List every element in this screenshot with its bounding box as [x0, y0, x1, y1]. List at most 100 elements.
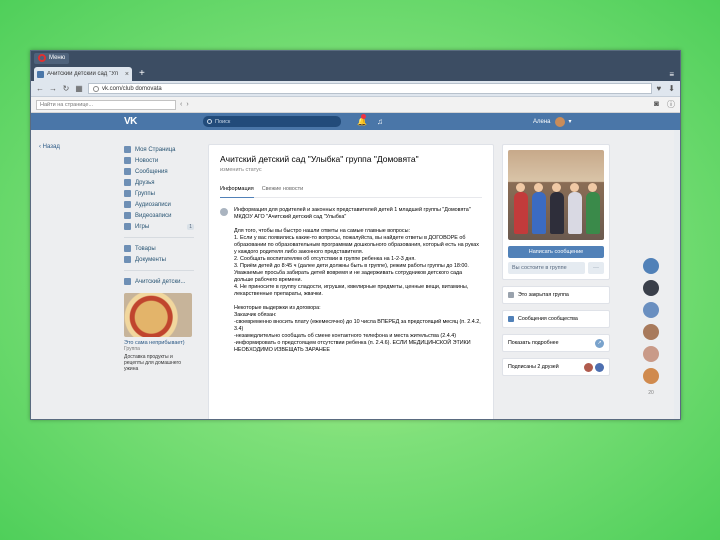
sidebar-item-label: Друзья — [135, 179, 155, 186]
info-icon[interactable]: ⓘ — [667, 99, 675, 110]
find-next-button[interactable]: › — [186, 101, 188, 108]
sidebar-divider — [124, 270, 194, 271]
back-link[interactable]: ‹ Назад — [39, 144, 60, 150]
sidebar-item-label: Товары — [135, 245, 156, 252]
find-prev-button[interactable]: ‹ — [180, 101, 182, 108]
photo-figure — [550, 192, 564, 234]
video-icon — [124, 212, 131, 219]
sidebar-item-video[interactable]: Видеозаписи — [124, 210, 194, 221]
tab-information[interactable]: Информация — [220, 186, 254, 198]
camera-icon[interactable]: ◙ — [654, 99, 659, 110]
sidebar-item-news[interactable]: Новости — [124, 155, 194, 166]
description-text: Информация для родителей и законных пред… — [234, 207, 481, 353]
avatar[interactable] — [595, 362, 604, 372]
left-sidebar: Моя Страница Новости Сообщения Друзья Гр… — [124, 144, 194, 372]
photo-figure — [570, 183, 579, 192]
more-actions-button[interactable]: ··· — [588, 262, 604, 274]
address-bar: ← → ↻ ▦ vk.com/club domovata ♥ ⬇ — [31, 81, 680, 97]
chat-avatar[interactable] — [643, 280, 659, 296]
music-icon[interactable]: ♫ — [377, 117, 383, 126]
news-icon — [124, 157, 131, 164]
opera-menu-button[interactable]: Меню — [34, 52, 70, 64]
new-tab-button[interactable]: + — [136, 67, 148, 81]
photo-figure — [568, 192, 582, 234]
back-icon[interactable]: ← — [36, 84, 44, 93]
vk-search-input[interactable]: Поиск — [203, 116, 341, 127]
sidebar-divider — [124, 237, 194, 238]
ad-text: Доставка продукты и рецепты для домашнег… — [124, 354, 182, 372]
sidebar-item-friends[interactable]: Друзья — [124, 177, 194, 188]
group-tabs: Информация Свежие новости — [220, 186, 482, 198]
avatar[interactable] — [584, 362, 593, 372]
download-icon[interactable]: ⬇ — [668, 84, 675, 93]
search-placeholder: Поиск — [215, 118, 231, 125]
sidebar-item-messages[interactable]: Сообщения — [124, 166, 194, 177]
write-message-button[interactable]: Написать сообщение — [508, 246, 604, 258]
sidebar-item-label: Новости — [135, 157, 159, 164]
heart-icon[interactable]: ♥ — [657, 84, 662, 93]
sidebar-item-label: Игры — [135, 223, 150, 230]
chat-avatar[interactable] — [643, 368, 659, 384]
sidebar-item-groups[interactable]: Группы — [124, 188, 194, 199]
messages-icon — [124, 168, 131, 175]
url-field[interactable]: vk.com/club domovata — [88, 83, 652, 94]
sidebar-item-label: Моя Страница — [135, 146, 176, 153]
photo-figure — [588, 183, 597, 192]
ad-subtitle: Группа — [124, 346, 140, 352]
menu-label: Меню — [49, 55, 66, 61]
speed-dial-icon[interactable]: ▦ — [75, 84, 83, 93]
photo-figure — [586, 192, 600, 234]
change-status-link[interactable]: изменить статус — [220, 167, 482, 173]
find-bar: Найти на странице... ‹ › ◙ ⓘ — [31, 97, 680, 113]
sidebar-item-documents[interactable]: Документы — [124, 254, 194, 265]
group-info-card: Ачитский детский сад "Улыбка" группа "До… — [208, 144, 494, 419]
show-details-card[interactable]: Показать подробнее ↗ — [502, 334, 610, 352]
photo-figure — [516, 183, 525, 192]
opera-menu-bar: Меню — [31, 51, 680, 65]
chat-avatar[interactable] — [643, 258, 659, 274]
bag-icon — [124, 245, 131, 252]
tab-title: Ачитский детский сад "Ул — [47, 71, 119, 77]
notification-badge — [361, 114, 366, 119]
tab-menu-icon[interactable]: ≡ — [663, 70, 680, 81]
sidebar-item-audio[interactable]: Аудиозаписи — [124, 199, 194, 210]
member-status-button[interactable]: Вы состоите в группе — [508, 262, 585, 274]
sidebar-item-goods[interactable]: Товары — [124, 243, 194, 254]
vk-page-body: ‹ Назад Моя Страница Новости Сообщения Д… — [31, 130, 674, 419]
sidebar-item-games[interactable]: Игры 1 — [124, 221, 194, 232]
sidebar-item-group-shortcut[interactable]: Ачитский детски... — [124, 276, 194, 287]
browser-tab[interactable]: Ачитский детский сад "Ул × — [34, 67, 132, 81]
subscribed-friends-label: Подписаны 2 друзей — [508, 364, 559, 370]
community-messages-card[interactable]: Сообщения сообщества — [502, 310, 610, 328]
share-icon[interactable]: ↗ — [595, 338, 604, 348]
forward-icon[interactable]: → — [49, 84, 57, 93]
subscribed-friends-card[interactable]: Подписаны 2 друзей — [502, 358, 610, 376]
chat-avatar[interactable] — [643, 324, 659, 340]
opera-logo-icon — [38, 54, 46, 62]
games-count-badge: 1 — [187, 223, 194, 230]
search-icon — [207, 119, 212, 124]
user-menu[interactable]: Алена ▾ — [533, 116, 572, 127]
page-title: Ачитский детский сад "Улыбка" группа "До… — [220, 154, 419, 164]
user-name: Алена — [533, 118, 551, 125]
group-photo-children[interactable] — [508, 150, 604, 240]
chat-avatar[interactable] — [643, 302, 659, 318]
reload-icon[interactable]: ↻ — [62, 84, 70, 93]
site-info-icon[interactable] — [93, 85, 99, 92]
sidebar-ad[interactable]: Это сама неприбывает) Группа Доставка пр… — [124, 293, 192, 372]
vk-logo[interactable]: VK — [124, 116, 137, 127]
info-icon — [220, 208, 228, 216]
sidebar-item-my-page[interactable]: Моя Страница — [124, 144, 194, 155]
photo-figure — [532, 192, 546, 234]
close-tab-icon[interactable]: × — [125, 71, 129, 78]
chat-avatar[interactable] — [643, 346, 659, 362]
photo-figure — [552, 183, 561, 192]
group-photo-card: Написать сообщение Вы состоите в группе … — [502, 144, 610, 280]
show-details-label: Показать подробнее — [508, 340, 559, 346]
tab-latest-news[interactable]: Свежие новости — [262, 186, 304, 192]
chat-rail: 20 — [643, 258, 659, 396]
closed-group-card: Это закрытая группа — [502, 286, 610, 304]
browser-window: Меню Ачитский детский сад "Ул × + ≡ ← → … — [30, 50, 681, 420]
find-input[interactable]: Найти на странице... — [36, 99, 176, 110]
chevron-down-icon: ▾ — [568, 119, 572, 125]
